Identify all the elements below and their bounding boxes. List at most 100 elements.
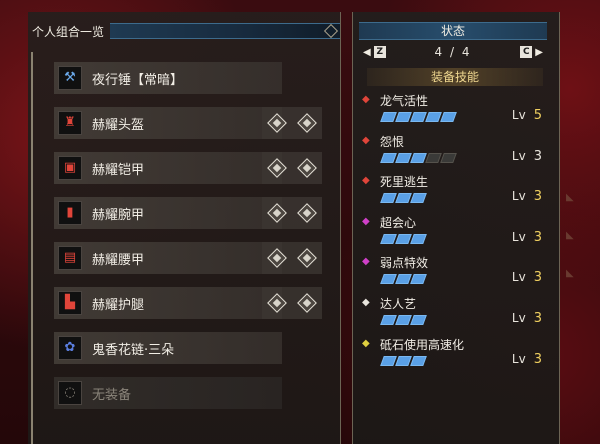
skill-gem-icon: ◆: [362, 134, 370, 146]
page-current: 4: [434, 45, 445, 59]
decoration-slot-icon[interactable]: [267, 203, 287, 223]
rail-mark-icon: ◣: [566, 230, 574, 241]
equipment-slot[interactable]: ▙ 赫耀护腿: [54, 287, 282, 319]
skill-name: 超会心: [380, 215, 417, 230]
decoration-slot-icon[interactable]: [297, 203, 317, 223]
skill-name: 龙气活性: [380, 94, 429, 108]
decoration-slot-icon[interactable]: [297, 113, 317, 133]
skill-level: Lv 3: [512, 311, 542, 326]
next-page-arrow-icon[interactable]: ▶: [535, 47, 543, 58]
rail-mark-icon: ◣: [566, 192, 574, 203]
skill-gem-icon: ◆: [362, 256, 370, 268]
skill-level-pip: [410, 152, 427, 163]
skill-row[interactable]: ◆ 达人艺 Lv 3: [360, 295, 550, 335]
equipment-slot[interactable]: ⚒ 夜行锤【常暗】: [54, 62, 282, 94]
page-separator: /: [449, 45, 457, 59]
skill-level-pip: [410, 193, 427, 204]
skill-level-pip: [410, 315, 427, 325]
skill-level-bar: [380, 315, 427, 325]
loadout-title: 个人组合一览: [32, 24, 105, 39]
skill-level: Lv 3: [512, 230, 542, 245]
skill-level-pip: [410, 274, 427, 285]
decoration-slot-icon[interactable]: [267, 113, 287, 133]
skill-level-pip: [380, 112, 397, 122]
arm-armor-icon: ▮: [58, 201, 82, 225]
skill-level-bar: [380, 152, 457, 163]
skill-level-value: 3: [533, 229, 542, 245]
skill-name: 怨恨: [380, 134, 405, 149]
equipment-name: 赫耀腰甲: [92, 252, 145, 268]
decoration-slots: [262, 152, 322, 184]
skill-name: 死里逃生: [380, 175, 429, 190]
skill-level-pip: [380, 315, 397, 325]
waist-armor-icon: ▤: [58, 246, 82, 270]
equipment-slot[interactable]: ▤ 赫耀腰甲: [54, 242, 282, 274]
equipment-name: 赫耀铠甲: [92, 162, 145, 178]
skill-level: Lv 3: [512, 149, 542, 164]
skill-level-value: 3: [533, 270, 542, 286]
skill-level-bar: [380, 112, 457, 122]
decoration-slot-icon[interactable]: [297, 158, 317, 178]
skill-row[interactable]: ◆ 死里逃生 Lv 3: [360, 173, 550, 213]
background-decoration: [0, 225, 18, 285]
skill-level: Lv 3: [512, 352, 542, 367]
skill-level-pip: [410, 355, 427, 366]
decoration-slots: [262, 107, 322, 139]
skill-name: 达人艺: [380, 297, 417, 311]
skill-level-label: Lv: [511, 351, 526, 366]
prev-page-arrow-icon[interactable]: ◀: [363, 47, 371, 58]
decoration-slot-icon[interactable]: [267, 293, 287, 313]
skill-name: 砥石使用高速化: [380, 337, 465, 352]
skill-row[interactable]: ◆ 超会心 Lv 3: [360, 214, 550, 254]
skill-level-pip: [380, 355, 397, 366]
rail-mark-icon: ◣: [566, 268, 574, 279]
empty-slot-icon: ◌: [58, 381, 82, 405]
skill-row[interactable]: ◆ 砥石使用高速化 Lv 3: [360, 336, 550, 376]
decoration-slot-icon[interactable]: [267, 248, 287, 268]
page-navigator: ◀ Z 4 / 4 C ▶: [363, 44, 543, 60]
skill-name: 弱点特效: [380, 256, 429, 271]
skill-level-bar: [380, 233, 427, 244]
decoration-slot-icon[interactable]: [297, 293, 317, 313]
page-count: 4 / 4: [389, 45, 518, 59]
skill-level: Lv 3: [512, 270, 542, 285]
next-page-key[interactable]: C: [520, 46, 533, 58]
equipment-name: 赫耀护腿: [92, 297, 145, 313]
skill-level-pip: [395, 315, 412, 325]
right-rail: ◣ ◣ ◣: [566, 80, 588, 444]
helmet-icon: ♜: [58, 111, 82, 135]
decoration-slot-icon[interactable]: [297, 248, 317, 268]
skill-level-label: Lv: [511, 311, 526, 325]
left-rail: [31, 52, 33, 444]
skill-row[interactable]: ◆ 龙气活性 Lv 5: [360, 92, 550, 132]
skill-level-bar: [380, 193, 427, 204]
skill-row[interactable]: ◆ 弱点特效 Lv 3: [360, 254, 550, 294]
skill-gem-icon: ◆: [362, 94, 370, 105]
equipment-slot[interactable]: ♜ 赫耀头盔: [54, 107, 282, 139]
equipment-slot[interactable]: ▮ 赫耀腕甲: [54, 197, 282, 229]
equipment-slot[interactable]: ✿ 鬼香花链·三朵: [54, 332, 282, 364]
charm-icon: ✿: [58, 336, 82, 360]
equipment-slot[interactable]: ▣ 赫耀铠甲: [54, 152, 282, 184]
equipment-name: 赫耀腕甲: [92, 207, 145, 223]
skill-level: Lv 5: [512, 108, 542, 123]
equipment-name: 夜行锤【常暗】: [92, 72, 184, 88]
decoration-slots: [262, 197, 322, 229]
skill-level-pip: [410, 233, 427, 244]
page-total: 4: [461, 45, 472, 59]
skill-level-bar: [380, 274, 427, 285]
skill-level-label: Lv: [511, 148, 526, 163]
skill-level-label: Lv: [511, 108, 526, 122]
skill-level-pip: [410, 112, 427, 122]
skill-level-label: Lv: [511, 229, 526, 244]
equipment-name: 无装备: [92, 387, 132, 403]
skill-gem-icon: ◆: [362, 337, 370, 349]
skill-gem-icon: ◆: [362, 297, 370, 308]
skill-row[interactable]: ◆ 怨恨 Lv 3: [360, 133, 550, 173]
skill-level-pip: [395, 355, 412, 366]
skill-level: Lv 3: [512, 189, 542, 204]
equipment-slot[interactable]: ◌ 无装备: [54, 377, 282, 409]
skill-level-label: Lv: [511, 189, 526, 204]
decoration-slot-icon[interactable]: [267, 158, 287, 178]
prev-page-key[interactable]: Z: [373, 46, 386, 58]
